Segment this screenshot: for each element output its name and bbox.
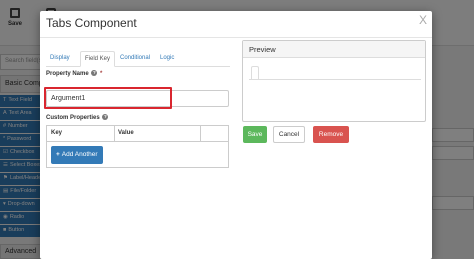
- cancel-button[interactable]: Cancel: [273, 126, 305, 143]
- table-header: Key Value: [47, 126, 228, 142]
- custom-properties-label: Custom Properties ?: [46, 114, 109, 121]
- column-divider: [200, 126, 201, 142]
- column-divider: [114, 126, 115, 142]
- property-name-label: Property Name ? *: [46, 70, 102, 77]
- tab-display[interactable]: Display: [46, 51, 74, 67]
- add-another-button[interactable]: + Add Another: [51, 146, 103, 164]
- property-name-label-text: Property Name: [46, 71, 89, 77]
- property-name-input[interactable]: Argument1: [46, 90, 229, 107]
- preview-title: Preview: [243, 41, 425, 58]
- custom-properties-table: Key Value + Add Another: [46, 125, 229, 168]
- tab-field-key[interactable]: Field Key: [80, 51, 116, 67]
- dialog-title: Tabs Component: [46, 16, 137, 30]
- header-divider: [40, 37, 432, 38]
- plus-icon: +: [56, 151, 60, 158]
- remove-button[interactable]: Remove: [313, 126, 349, 143]
- column-header-key: Key: [51, 130, 63, 136]
- required-mark: *: [100, 71, 103, 77]
- save-button[interactable]: Save: [243, 126, 267, 143]
- settings-tabs: Display Field Key Conditional Logic: [46, 51, 230, 67]
- column-header-value: Value: [118, 130, 134, 136]
- preview-panel: Preview: [242, 40, 426, 122]
- help-icon[interactable]: ?: [91, 70, 98, 76]
- tabs-component-dialog: Tabs Component X Display Field Key Condi…: [40, 11, 432, 259]
- tab-conditional[interactable]: Conditional: [116, 51, 154, 67]
- add-another-label: Add Another: [61, 151, 98, 158]
- close-icon[interactable]: X: [419, 14, 427, 26]
- help-icon[interactable]: ?: [102, 114, 109, 120]
- tab-logic[interactable]: Logic: [156, 51, 178, 67]
- custom-properties-label-text: Custom Properties: [46, 115, 100, 121]
- preview-tabs-area: [249, 66, 421, 80]
- preview-tab[interactable]: [251, 66, 259, 80]
